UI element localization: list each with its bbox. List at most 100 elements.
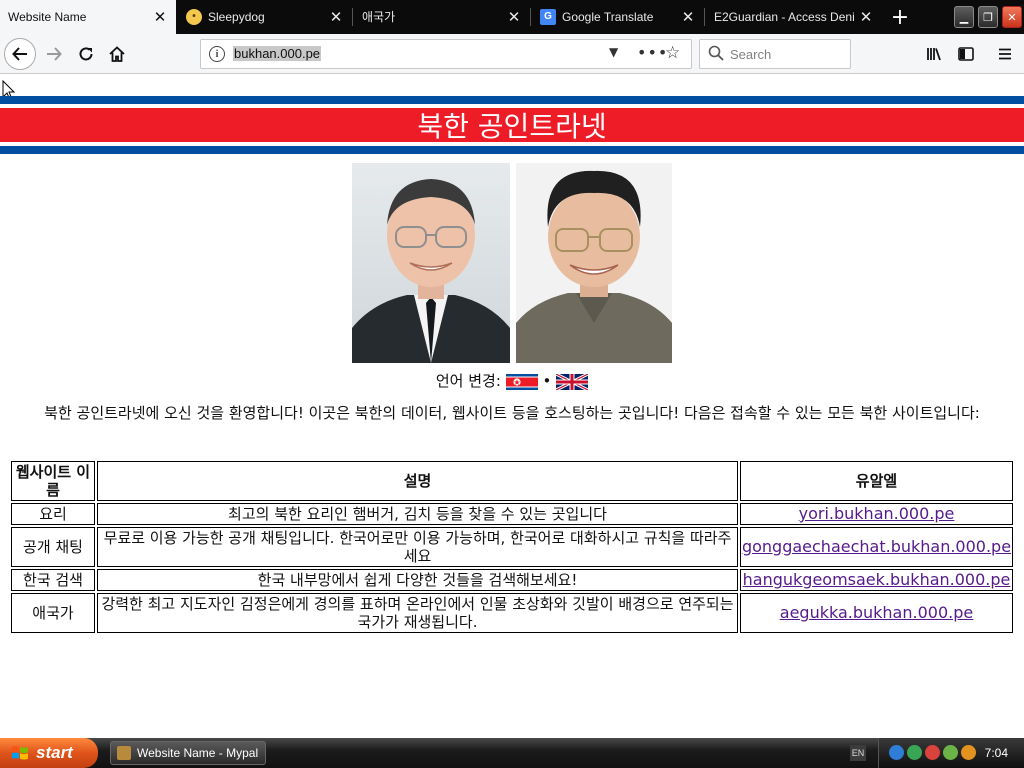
site-name: 요리: [11, 503, 95, 525]
site-name: 애국가: [11, 593, 95, 633]
reload-icon: [79, 47, 93, 61]
page-title-banner: 북한 공인트라넷: [0, 108, 1024, 143]
site-url-cell: gonggaechaechat.bukhan.000.pe: [740, 527, 1013, 567]
close-icon[interactable]: ✕: [328, 9, 344, 26]
language-indicator[interactable]: EN: [850, 745, 866, 761]
site-directory-table: 웹사이트 이름 설명 유알엘 요리 최고의 북한 요리인 햄버거, 김치 등을 …: [9, 459, 1015, 635]
column-header-url: 유알엘: [740, 461, 1013, 501]
update-icon[interactable]: [943, 745, 958, 760]
back-button[interactable]: [4, 38, 36, 70]
search-bar[interactable]: [699, 39, 851, 69]
language-separator: •: [542, 372, 552, 390]
close-icon[interactable]: ✕: [858, 9, 874, 26]
search-icon: [708, 45, 724, 61]
navigation-toolbar: i bukhan.000.pe ▼ ••• ☆: [0, 34, 1024, 74]
network-icon[interactable]: [889, 745, 904, 760]
tab-aegukka[interactable]: 애국가 ✕: [354, 0, 530, 33]
tab-title: Website Name: [8, 10, 87, 24]
tab-e2guardian[interactable]: E2Guardian - Access Denied ✕: [706, 0, 882, 33]
windows-logo-icon: [12, 746, 28, 760]
bookmark-star-icon[interactable]: ☆: [665, 43, 680, 63]
tab-title: Google Translate: [562, 9, 654, 24]
portrait-image-left: [352, 163, 510, 363]
minimize-button[interactable]: ▁: [954, 6, 974, 28]
reload-button[interactable]: [70, 38, 102, 70]
portrait-image-right: [516, 163, 672, 363]
taskbar: start Website Name - Mypal EN 7:04: [0, 738, 1024, 768]
banner-stripe-bottom: [0, 146, 1024, 154]
menu-button[interactable]: [989, 38, 1021, 70]
chevron-down-icon[interactable]: ▼: [609, 45, 618, 59]
close-icon[interactable]: ✕: [506, 9, 522, 26]
new-tab-button[interactable]: +: [886, 3, 914, 31]
dog-icon: •: [186, 8, 202, 25]
page-actions-icon[interactable]: •••: [637, 43, 668, 62]
start-button[interactable]: start: [0, 738, 98, 768]
site-url-cell: hangukgeomsaek.bukhan.000.pe: [740, 569, 1013, 591]
security-icon[interactable]: [907, 745, 922, 760]
tab-separator: [530, 8, 531, 26]
taskbar-window-title: Website Name - Mypal: [137, 746, 259, 760]
banner-stripe-top: [0, 96, 1024, 104]
url-bar[interactable]: i bukhan.000.pe ▼ ••• ☆: [200, 39, 692, 69]
home-button[interactable]: [101, 38, 133, 70]
library-icon: [927, 48, 941, 61]
table-header-row: 웹사이트 이름 설명 유알엘: [11, 461, 1013, 501]
url-text[interactable]: bukhan.000.pe: [233, 46, 322, 61]
start-label: start: [36, 743, 73, 762]
site-url-cell: aegukka.bukhan.000.pe: [740, 593, 1013, 633]
close-window-button[interactable]: ✕: [1002, 6, 1022, 28]
site-description: 한국 내부망에서 쉽게 다양한 것들을 검색해보세요!: [97, 569, 738, 591]
tab-separator: [704, 8, 705, 26]
page-title: 북한 공인트라넷: [417, 110, 607, 143]
portrait-left-illustration: [352, 179, 510, 363]
site-description: 강력한 최고 지도자인 김정은에게 경의를 표하며 온라인에서 인물 초상화와 …: [97, 593, 738, 633]
clock: 7:04: [984, 746, 1008, 760]
united-kingdom-flag-icon[interactable]: [556, 373, 589, 390]
forward-button[interactable]: [38, 38, 70, 70]
site-url-cell: yori.bukhan.000.pe: [740, 503, 1013, 525]
tab-website-name[interactable]: Website Name ✕: [0, 0, 176, 34]
north-korea-flag-icon[interactable]: [505, 373, 538, 390]
column-header-description: 설명: [97, 461, 738, 501]
google-translate-icon: G: [540, 8, 556, 25]
restore-button[interactable]: ❐: [978, 6, 998, 28]
site-link[interactable]: gonggaechaechat.bukhan.000.pe: [742, 537, 1011, 556]
tab-title: Sleepydog: [208, 9, 265, 24]
mypal-browser-icon: [117, 746, 131, 760]
sidebar-button[interactable]: [950, 38, 982, 70]
close-icon[interactable]: ✕: [680, 9, 696, 26]
close-icon[interactable]: ✕: [152, 9, 168, 26]
web-page: 북한 공인트라넷 언어 변경: • 북한 공인트라넷에 오신 것을 환영합니다!…: [0, 75, 1024, 738]
sidebar-icon: [958, 47, 974, 61]
taskbar-window-button[interactable]: Website Name - Mypal: [110, 741, 266, 765]
tab-sleepydog[interactable]: • Sleepydog ✕: [178, 0, 352, 33]
tab-strip: Website Name ✕ • Sleepydog ✕ 애국가 ✕ G Goo…: [0, 0, 1024, 34]
tab-separator: [352, 8, 353, 26]
site-description: 무료로 이용 가능한 공개 채팅입니다. 한국어로만 이용 가능하며, 한국어로…: [97, 527, 738, 567]
site-link[interactable]: yori.bukhan.000.pe: [799, 504, 955, 523]
tab-title: 애국가: [362, 10, 396, 24]
site-description: 최고의 북한 요리인 햄버거, 김치 등을 찾을 수 있는 곳입니다: [97, 503, 738, 525]
language-label: 언어 변경:: [435, 372, 501, 390]
home-icon: [109, 46, 125, 62]
tool-icon[interactable]: [961, 745, 976, 760]
site-link[interactable]: aegukka.bukhan.000.pe: [780, 603, 973, 622]
arrow-right-icon: [47, 47, 62, 61]
info-icon[interactable]: i: [209, 46, 225, 62]
library-button[interactable]: [918, 38, 950, 70]
tab-title: E2Guardian - Access Denied: [714, 9, 854, 24]
hamburger-menu-icon: [999, 48, 1011, 60]
site-name: 공개 채팅: [11, 527, 95, 567]
table-row: 애국가 강력한 최고 지도자인 김정은에게 경의를 표하며 온라인에서 인물 초…: [11, 593, 1013, 633]
system-tray: 7:04: [878, 738, 1024, 768]
site-link[interactable]: hangukgeomsaek.bukhan.000.pe: [743, 570, 1011, 589]
welcome-message: 북한 공인트라넷에 오신 것을 환영합니다! 이곳은 북한의 데이터, 웹사이트…: [44, 404, 980, 422]
arrow-left-icon: [12, 47, 27, 61]
tab-google-translate[interactable]: G Google Translate ✕: [532, 0, 704, 33]
search-input[interactable]: [730, 44, 842, 64]
site-name: 한국 검색: [11, 569, 95, 591]
language-selector: 언어 변경: •: [0, 370, 1024, 391]
volume-icon[interactable]: [925, 745, 940, 760]
portrait-right-illustration: [516, 170, 672, 363]
